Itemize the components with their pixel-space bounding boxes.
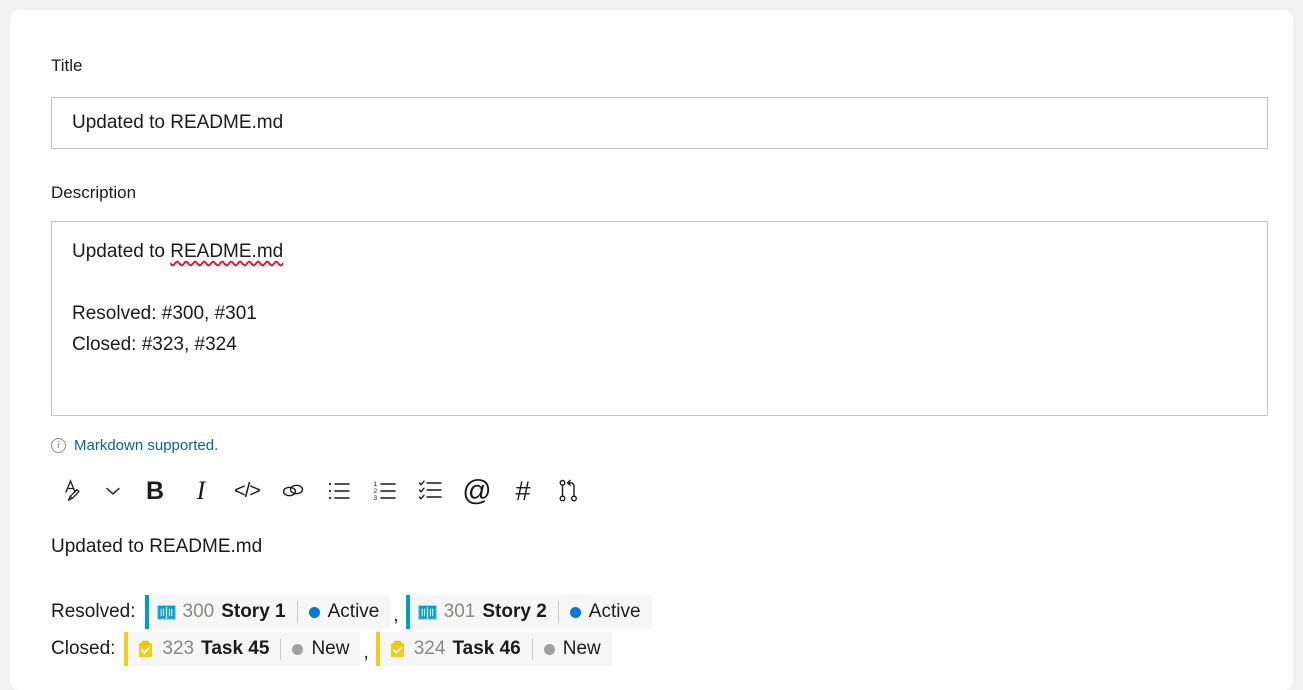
task-icon <box>388 640 407 659</box>
svg-text:2: 2 <box>374 488 378 495</box>
code-icon[interactable]: </> <box>224 468 270 514</box>
chip-divider <box>296 601 298 623</box>
work-item-chip[interactable]: 323 Task 45 New <box>124 632 361 666</box>
work-item-id: 301 <box>443 601 476 622</box>
title-label: Title <box>51 56 83 75</box>
work-item-id: 324 <box>413 638 446 659</box>
italic-glyph: I <box>196 476 206 505</box>
description-text: Updated to README.md Resolved: #300, #30… <box>72 236 1247 360</box>
work-item-chip[interactable]: 300 Story 1 Active <box>144 595 391 629</box>
preview-heading: Updated to README.md <box>51 536 263 557</box>
work-item-title: Task 46 <box>452 638 521 659</box>
state-dot <box>308 606 320 618</box>
link-icon[interactable] <box>270 468 316 514</box>
italic-icon[interactable]: I <box>178 468 224 514</box>
row-label-closed: Closed: <box>51 638 116 659</box>
info-icon: i <box>51 438 66 453</box>
preview-row-closed: Closed: 323 Task 45 New , 324 Task 46 Ne… <box>51 632 612 666</box>
pull-request-icon[interactable] <box>546 468 592 514</box>
bold-glyph: B <box>145 476 165 505</box>
task-icon <box>136 640 155 659</box>
preview-row-resolved: Resolved: 300 Story 1 Active , 301 Story… <box>51 595 652 629</box>
text-style-icon[interactable] <box>56 468 94 514</box>
work-item-hash-icon[interactable]: # <box>500 468 546 514</box>
mention-icon[interactable]: @ <box>454 468 500 514</box>
work-item-state: New <box>562 638 601 659</box>
work-item-id: 300 <box>182 601 215 622</box>
title-input[interactable] <box>51 97 1268 149</box>
work-item-state: New <box>311 638 350 659</box>
work-item-chip[interactable]: 324 Task 46 New <box>375 632 612 666</box>
svg-text:1: 1 <box>374 481 378 488</box>
numbered-list-icon[interactable]: 1 2 3 <box>362 468 408 514</box>
description-misspelled-word: README.md <box>170 241 284 262</box>
user-story-icon <box>418 603 437 622</box>
svg-text:3: 3 <box>374 495 378 502</box>
hash-glyph: # <box>515 475 531 506</box>
description-line1-prefix: Updated to <box>72 241 171 262</box>
chip-divider <box>557 601 559 623</box>
chip-separator: , <box>393 605 399 626</box>
row-label-resolved: Resolved: <box>51 601 136 622</box>
state-dot <box>543 643 555 655</box>
state-dot <box>292 643 304 655</box>
markdown-supported-label: Markdown supported. <box>74 437 219 454</box>
description-label: Description <box>51 183 137 202</box>
work-item-state: Active <box>327 601 380 622</box>
work-item-title: Story 1 <box>221 601 286 622</box>
user-story-icon <box>157 603 176 622</box>
work-item-title: Story 2 <box>482 601 547 622</box>
markdown-toolbar: B I </> 1 2 3 @ # <box>56 468 592 514</box>
description-editor[interactable]: Updated to README.md Resolved: #300, #30… <box>51 221 1268 416</box>
state-dot <box>569 606 581 618</box>
description-rest: Resolved: #300, #301 Closed: #323, #324 <box>72 303 257 355</box>
mention-glyph: @ <box>462 474 492 507</box>
work-item-title: Task 45 <box>201 638 270 659</box>
code-glyph: </> <box>234 480 261 502</box>
work-item-chip[interactable]: 301 Story 2 Active <box>405 595 652 629</box>
work-item-form-card: Title Description Updated to README.md R… <box>10 10 1293 690</box>
checklist-icon[interactable] <box>408 468 454 514</box>
work-item-state: Active <box>588 601 641 622</box>
bulleted-list-icon[interactable] <box>316 468 362 514</box>
chip-divider <box>531 638 533 660</box>
work-item-id: 323 <box>162 638 195 659</box>
bold-icon[interactable]: B <box>132 468 178 514</box>
chip-divider <box>280 638 282 660</box>
chevron-down-icon[interactable] <box>94 468 132 514</box>
chip-separator: , <box>363 642 369 663</box>
markdown-supported-note: i Markdown supported. <box>51 437 218 454</box>
